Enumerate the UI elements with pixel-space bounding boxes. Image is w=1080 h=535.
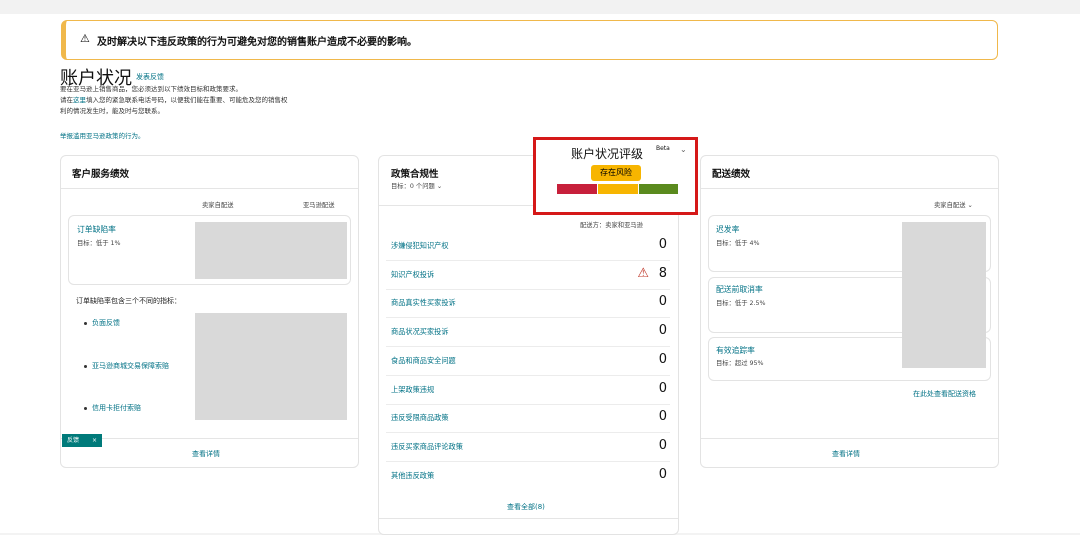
- tracking-rate-link[interactable]: 有效追踪率: [716, 345, 755, 356]
- bullet-dot: [84, 365, 87, 368]
- policy-item-count: 0: [658, 323, 667, 338]
- policy-item-count: 0: [658, 381, 667, 396]
- intro-line-2: 请在这里填入您的紧急联系电话号码，以便我们能在重要、可能危及您的销售权: [60, 95, 288, 106]
- policy-title: 政策合规性: [391, 169, 439, 180]
- policy-item-count: 0: [658, 438, 667, 453]
- policy-item-count: 0: [658, 409, 667, 424]
- divider: [701, 188, 998, 189]
- chevron-down-icon[interactable]: ⌄: [680, 145, 687, 154]
- policy-row[interactable]: 知识产权投诉 8 ⚠: [391, 266, 667, 286]
- contact-link[interactable]: 这里: [73, 96, 86, 104]
- policy-item-label[interactable]: 知识产权投诉: [391, 270, 434, 280]
- divider: [386, 260, 670, 261]
- divider: [61, 438, 358, 439]
- a-to-z-claims-link[interactable]: 亚马逊商城交易保障索赔: [92, 361, 169, 371]
- view-details-link[interactable]: 查看详情: [192, 449, 220, 459]
- col-amazon-fulfilled: 亚马逊配送: [303, 202, 335, 209]
- policy-item-label[interactable]: 涉嫌侵犯知识产权: [391, 241, 449, 251]
- chevron-down-icon[interactable]: ⌄: [437, 183, 442, 190]
- redacted-values: [195, 222, 347, 279]
- intro-line-2-prefix: 请在: [60, 96, 73, 104]
- rating-bar-high: [639, 184, 678, 194]
- metrics-intro: 订单缺陷率包含三个不同的指标：: [76, 297, 181, 305]
- warning-icon: ⚠: [80, 32, 90, 45]
- odr-link[interactable]: 订单缺陷率: [77, 224, 116, 235]
- feedback-link[interactable]: 发表反馈: [136, 72, 164, 82]
- warning-icon: ⚠: [637, 266, 649, 281]
- fulfillment-channel: 配送方：卖家和亚马逊: [580, 222, 643, 229]
- shipping-col-seller: 卖家自配送 ⌄: [934, 200, 973, 209]
- rating-bar-mid: [598, 184, 638, 194]
- policy-row[interactable]: 商品状况买家投诉 0: [391, 323, 667, 343]
- rating-bar-low: [557, 184, 597, 194]
- shipping-title: 配送绩效: [712, 169, 751, 180]
- chevron-down-icon[interactable]: ⌄: [968, 202, 973, 209]
- warning-alert: ⚠ 及时解决以下违反政策的行为可避免对您的销售账户造成不必要的影响。: [61, 20, 998, 60]
- negative-feedback-link[interactable]: 负面反馈: [92, 318, 120, 328]
- chargeback-claims-link[interactable]: 信用卡拒付索赔: [92, 403, 141, 413]
- shipping-col-label: 卖家自配送: [934, 202, 966, 209]
- policy-item-label[interactable]: 商品真实性买家投诉: [391, 298, 456, 308]
- policy-item-label[interactable]: 其他违反政策: [391, 471, 434, 481]
- policy-row[interactable]: 上架政策违规 0: [391, 381, 667, 401]
- policy-target: 目标：0 个问题 ⌄: [391, 181, 442, 190]
- cancel-rate-link[interactable]: 配送前取消率: [716, 284, 763, 295]
- policy-item-count: 0: [658, 294, 667, 309]
- divider: [386, 432, 670, 433]
- top-bar: [0, 0, 1080, 14]
- policy-row[interactable]: 商品真实性买家投诉 0: [391, 294, 667, 314]
- redacted-values: [195, 313, 347, 420]
- divider: [386, 404, 670, 405]
- divider: [386, 289, 670, 290]
- intro-line-2-suffix: 填入您的紧急联系电话号码，以便我们能在重要、可能危及您的销售权: [86, 96, 288, 104]
- redacted-values: [902, 222, 986, 368]
- policy-row[interactable]: 其他违反政策 0: [391, 467, 667, 487]
- policy-row[interactable]: 违反买家商品评论政策 0: [391, 438, 667, 458]
- policy-item-label[interactable]: 违反受限商品政策: [391, 413, 449, 423]
- page: ⚠ 及时解决以下违反政策的行为可避免对您的销售账户造成不必要的影响。 账户状况 …: [0, 0, 1080, 535]
- divider: [379, 518, 678, 519]
- bullet-dot: [84, 322, 87, 325]
- rating-title: 账户状况评级: [571, 147, 644, 161]
- policy-item-count: 0: [658, 352, 667, 367]
- divider: [386, 346, 670, 347]
- policy-row[interactable]: 涉嫌侵犯知识产权 0: [391, 237, 667, 257]
- divider: [701, 438, 998, 439]
- beta-badge: Beta: [656, 145, 670, 152]
- view-all-link[interactable]: 查看全部(8): [507, 502, 545, 512]
- feedback-tag-label: 反馈: [67, 437, 80, 444]
- alert-text: 及时解决以下违反政策的行为可避免对您的销售账户造成不必要的影响。: [97, 37, 417, 48]
- policy-item-count: 0: [658, 467, 667, 482]
- policy-row[interactable]: 食品和商品安全问题 0: [391, 352, 667, 372]
- divider: [386, 461, 670, 462]
- col-seller-fulfilled: 卖家自配送: [202, 202, 234, 209]
- policy-item-label[interactable]: 商品状况买家投诉: [391, 327, 449, 337]
- policy-row[interactable]: 违反受限商品政策 0: [391, 409, 667, 429]
- policy-item-count: 0: [658, 237, 667, 252]
- late-shipment-target: 目标：低于 4%: [716, 240, 760, 247]
- policy-target-value: 0 个问题: [409, 183, 435, 190]
- policy-item-label[interactable]: 食品和商品安全问题: [391, 356, 456, 366]
- divider: [386, 375, 670, 376]
- intro-line-1: 要在亚马逊上销售商品，您必须达到以下绩效目标和政策要求。: [60, 85, 242, 93]
- tracking-rate-target: 目标：超过 95%: [716, 360, 764, 367]
- policy-item-label[interactable]: 上架政策违规: [391, 385, 434, 395]
- odr-target: 目标：低于 1%: [77, 240, 121, 247]
- shipping-view-details-link[interactable]: 查看详情: [832, 449, 860, 459]
- late-shipment-link[interactable]: 迟发率: [716, 224, 739, 235]
- cancel-rate-target: 目标：低于 2.5%: [716, 300, 766, 307]
- policy-target-label: 目标：: [391, 183, 410, 190]
- status-badge: 存在风险: [591, 165, 641, 181]
- policy-item-label[interactable]: 违反买家商品评论政策: [391, 442, 463, 452]
- intro-line-3: 利的情况发生时，能及时与您联系。: [60, 107, 164, 115]
- divider: [61, 188, 358, 189]
- divider: [386, 317, 670, 318]
- feedback-tag[interactable]: 反馈 ×: [62, 434, 102, 447]
- report-abuse-link[interactable]: 举报滥用亚马逊政策的行为。: [60, 131, 145, 142]
- shipping-eligibility-link[interactable]: 在此处查看配送资格: [913, 389, 976, 399]
- policy-item-count: 8: [658, 266, 667, 281]
- close-icon[interactable]: ×: [92, 434, 97, 447]
- customer-service-title: 客户服务绩效: [72, 169, 130, 180]
- bullet-dot: [84, 407, 87, 410]
